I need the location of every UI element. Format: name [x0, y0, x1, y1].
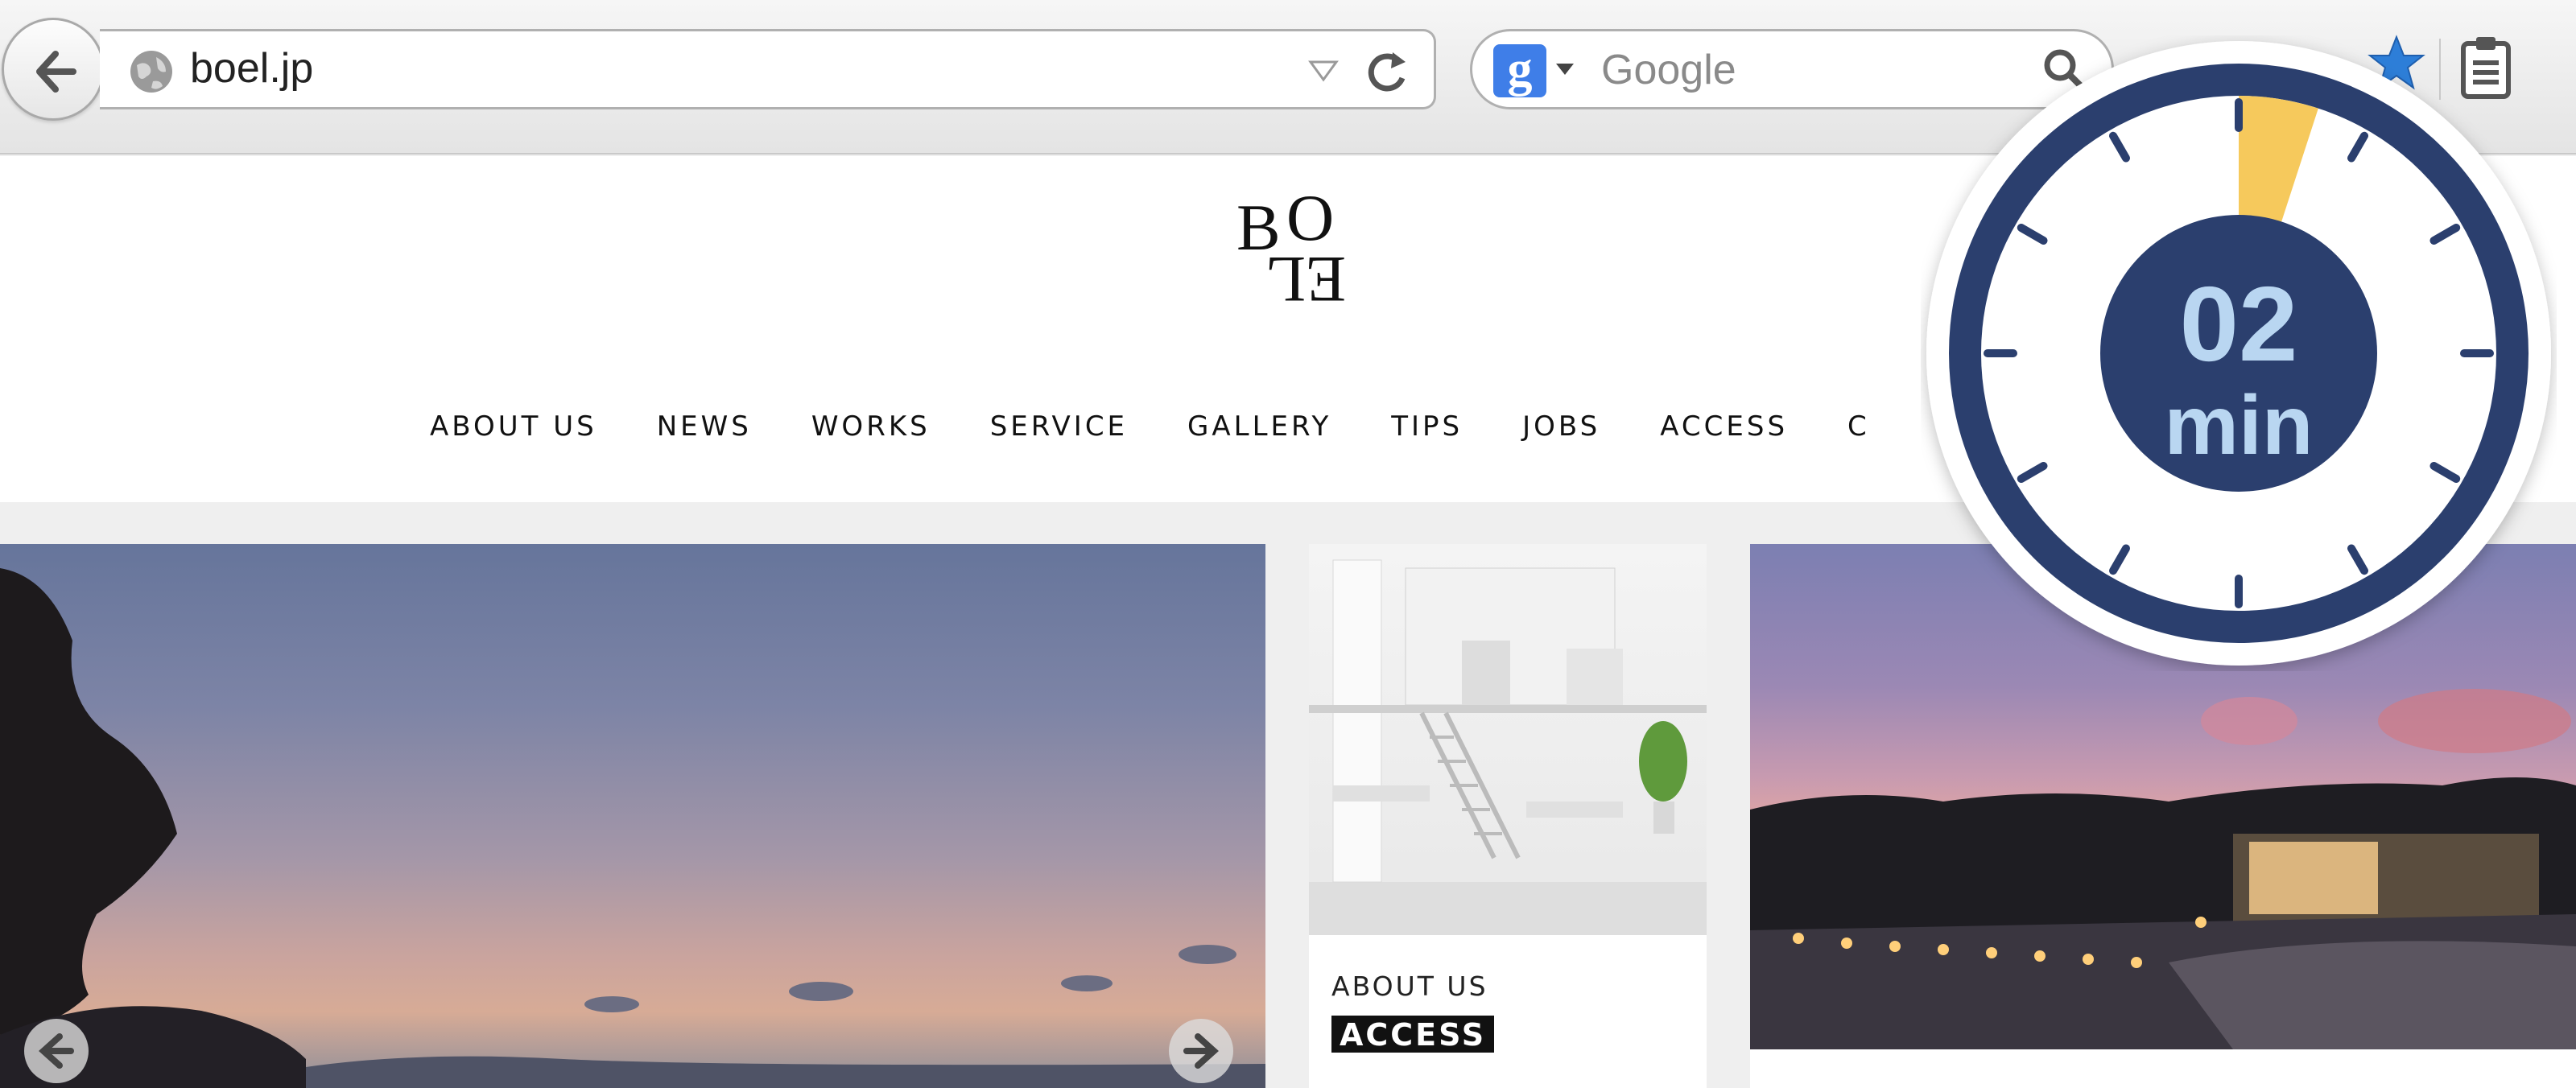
about-us-card[interactable]: ABOUT US ACCESS: [1309, 544, 1707, 1088]
back-arrow-icon: [36, 51, 76, 93]
main-nav: ABOUT US NEWS WORKS SERVICE GALLERY TIPS…: [430, 410, 1930, 443]
nav-item-about-us[interactable]: ABOUT US: [430, 410, 597, 443]
caret-down-icon[interactable]: [1556, 64, 1574, 76]
nav-item-jobs[interactable]: JOBS: [1522, 410, 1600, 443]
slider-prev-button[interactable]: [24, 1019, 89, 1083]
reading-time-timer: 02 min: [1926, 41, 2551, 666]
search-input[interactable]: Google: [1601, 46, 1736, 94]
nav-item-gallery[interactable]: GALLERY: [1187, 410, 1331, 443]
timer-unit: min: [2165, 379, 2314, 472]
svg-text:E: E: [1306, 243, 1346, 314]
nav-item-works[interactable]: WORKS: [811, 410, 931, 443]
arrow-right-icon: [1183, 1033, 1219, 1069]
sunset-landscape-image: [0, 568, 1265, 1088]
nav-item-truncated[interactable]: C: [1847, 410, 1870, 443]
hero-photo-sunset[interactable]: [0, 544, 1265, 1088]
svg-text:L: L: [1265, 243, 1306, 314]
reload-icon[interactable]: [1365, 47, 1410, 96]
nav-item-service[interactable]: SERVICE: [990, 410, 1128, 443]
timer-value: 02: [2180, 265, 2298, 383]
site-logo[interactable]: B O L E: [1233, 193, 1354, 314]
right-card-footer: [1750, 1049, 2576, 1088]
card-tag[interactable]: ACCESS: [1331, 1016, 1495, 1053]
office-interior-image: [1309, 544, 1707, 935]
nav-item-access[interactable]: ACCESS: [1660, 410, 1788, 443]
url-text: boel.jp: [190, 45, 314, 92]
triangle-down-icon[interactable]: [1307, 59, 1340, 83]
card-label: ABOUT US: [1331, 971, 1488, 1002]
nav-item-news[interactable]: NEWS: [657, 410, 752, 443]
arrow-left-icon: [39, 1033, 74, 1069]
url-bar[interactable]: boel.jp: [100, 29, 1436, 109]
back-button[interactable]: [2, 18, 105, 121]
screenshot: boel.jp g Google B O L E ABOUT US NEWS W…: [0, 0, 2576, 1088]
office-model-image: [1309, 559, 1707, 935]
globe-icon: [130, 51, 172, 93]
google-g-icon[interactable]: g: [1493, 44, 1546, 97]
nav-item-tips[interactable]: TIPS: [1391, 410, 1463, 443]
slider-next-button[interactable]: [1169, 1019, 1233, 1083]
